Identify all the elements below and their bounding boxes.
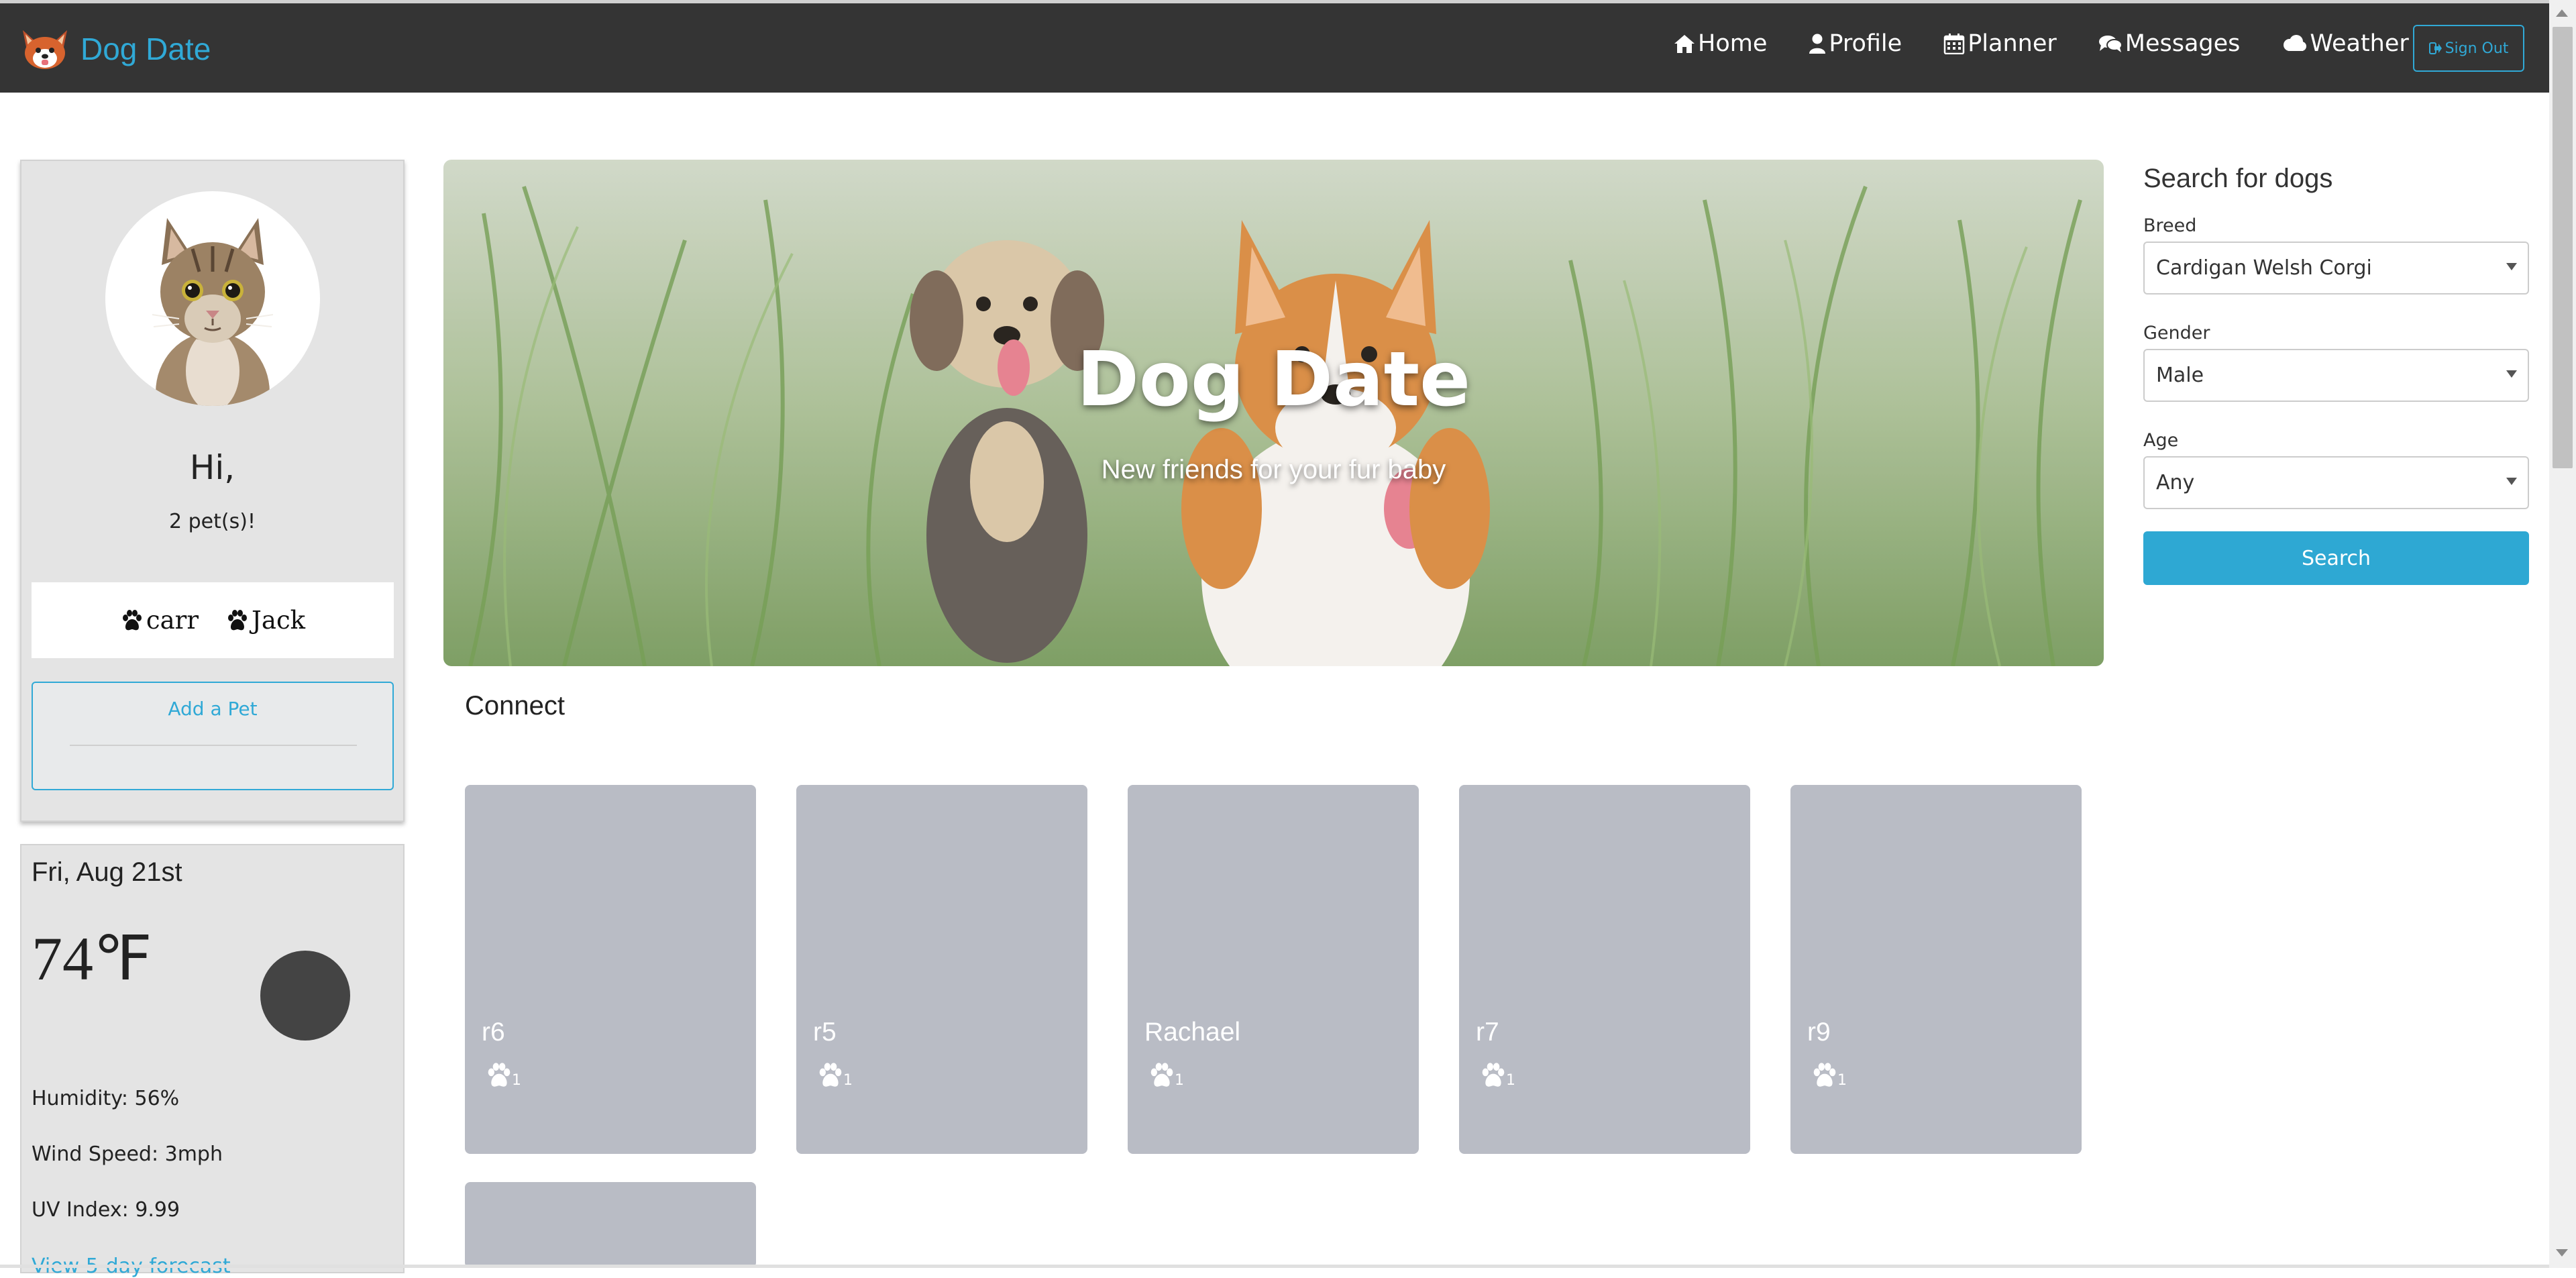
paw-icon xyxy=(122,609,142,630)
nav-profile[interactable]: Profile xyxy=(1809,30,1902,57)
weather-temperature: 74℉ xyxy=(32,924,152,993)
dropdown-arrow-icon xyxy=(2506,370,2517,378)
pet-name: carr xyxy=(146,606,199,635)
pet-item-carr[interactable]: carr xyxy=(120,606,199,635)
comments-icon xyxy=(2098,36,2123,52)
paw-icon xyxy=(1482,1063,1505,1087)
gender-select[interactable]: Male xyxy=(2143,349,2529,402)
age-select[interactable]: Any xyxy=(2143,456,2529,509)
weather-card: Fri, Aug 21st 74℉ Humidity: 56% Wind Spe… xyxy=(20,844,405,1278)
dog-card[interactable]: r7 1 xyxy=(1459,785,1750,1154)
scrollbar-thumb[interactable] xyxy=(2553,27,2573,468)
home-icon xyxy=(1674,35,1695,53)
dog-card[interactable]: r5 1 xyxy=(796,785,1087,1154)
dog-card-pets: 1 xyxy=(816,1062,853,1089)
nav-profile-label: Profile xyxy=(1829,30,1902,57)
sign-out-icon xyxy=(2428,42,2442,54)
paw-icon xyxy=(819,1063,842,1087)
dog-card-pets: 1 xyxy=(1479,1062,1515,1089)
cloud-icon xyxy=(2284,35,2307,51)
dog-card-count: 1 xyxy=(1506,1072,1515,1089)
dog-card-name: r6 xyxy=(482,1018,505,1047)
hero-banner: Dog Date New friends for your fur baby xyxy=(443,160,2104,666)
breed-label: Breed xyxy=(2143,215,2197,236)
calendar-icon xyxy=(1943,34,1965,54)
dog-card[interactable] xyxy=(465,1182,756,1268)
nav-links: Home Profile Planner Messages Weather xyxy=(1674,30,2451,57)
user-icon xyxy=(1809,34,1826,54)
window-bottom-edge xyxy=(0,1265,2549,1268)
scroll-up-arrow-icon[interactable] xyxy=(2556,9,2568,17)
search-heading: Search for dogs xyxy=(2143,164,2333,193)
paw-icon xyxy=(488,1063,511,1087)
nav-home[interactable]: Home xyxy=(1674,30,1767,57)
nav-home-label: Home xyxy=(1698,30,1768,57)
profile-card: Hi, 2 pet(s)! carr Jack Add a Pet xyxy=(20,160,405,822)
navbar: Dog Date Home Profile Planner Messages W… xyxy=(0,3,2549,93)
paw-icon xyxy=(1150,1063,1173,1087)
dog-card[interactable]: Rachael 1 xyxy=(1128,785,1419,1154)
dog-card-name: r9 xyxy=(1807,1018,1831,1047)
weather-humidity: Humidity: 56% xyxy=(32,1087,180,1110)
scroll-down-arrow-icon[interactable] xyxy=(2556,1249,2568,1257)
nav-planner-label: Planner xyxy=(1968,30,2057,57)
age-label: Age xyxy=(2143,430,2179,451)
weather-condition-icon xyxy=(260,951,350,1041)
weather-uv-index: UV Index: 9.99 xyxy=(32,1198,180,1222)
gender-selected-value: Male xyxy=(2156,364,2204,387)
pet-name: Jack xyxy=(252,606,306,635)
age-selected-value: Any xyxy=(2156,471,2195,494)
dog-card-pets: 1 xyxy=(1811,1062,1847,1089)
dog-card[interactable]: r6 1 xyxy=(465,785,756,1154)
dropdown-arrow-icon xyxy=(2506,263,2517,270)
weather-date: Fri, Aug 21st xyxy=(32,857,182,887)
pet-item-jack[interactable]: Jack xyxy=(225,606,305,635)
greeting: Hi, xyxy=(189,448,235,487)
dropdown-arrow-icon xyxy=(2506,478,2517,485)
paw-icon xyxy=(228,609,248,630)
dog-card-count: 1 xyxy=(1837,1072,1847,1089)
dog-card-count: 1 xyxy=(843,1072,853,1089)
hero-title: Dog Date xyxy=(1076,336,1471,423)
cat-avatar-image xyxy=(152,218,274,406)
connect-heading: Connect xyxy=(465,691,565,721)
dog-card-name: r5 xyxy=(813,1018,837,1047)
dog-card-name: r7 xyxy=(1476,1018,1499,1047)
brand-name: Dog Date xyxy=(80,32,211,66)
dog-card-name: Rachael xyxy=(1144,1018,1241,1047)
divider xyxy=(70,745,357,746)
paw-icon xyxy=(1813,1063,1836,1087)
dog-logo-icon xyxy=(23,30,67,69)
pet-list: carr Jack xyxy=(32,582,394,658)
sign-out-label: Sign Out xyxy=(2445,40,2509,57)
add-pet-label: Add a Pet xyxy=(168,698,258,720)
nav-messages[interactable]: Messages xyxy=(2098,30,2241,57)
nav-weather[interactable]: Weather xyxy=(2282,30,2409,57)
breed-selected-value: Cardigan Welsh Corgi xyxy=(2156,256,2372,280)
gender-label: Gender xyxy=(2143,323,2210,343)
sign-out-button[interactable]: Sign Out xyxy=(2413,25,2524,72)
nav-weather-label: Weather xyxy=(2310,30,2409,57)
hero-subtitle: New friends for your fur baby xyxy=(1101,455,1446,484)
breed-select[interactable]: Cardigan Welsh Corgi xyxy=(2143,242,2529,295)
dog-card-count: 1 xyxy=(1175,1072,1184,1089)
dog-card-pets: 1 xyxy=(485,1062,521,1089)
brand[interactable]: Dog Date xyxy=(19,28,211,70)
search-button[interactable]: Search xyxy=(2143,531,2529,585)
dog-card-pets: 1 xyxy=(1148,1062,1184,1089)
nav-messages-label: Messages xyxy=(2125,30,2241,57)
pets-count: 2 pet(s)! xyxy=(169,510,256,533)
avatar xyxy=(105,191,320,406)
add-pet-button[interactable]: Add a Pet xyxy=(32,682,394,790)
weather-wind-speed: Wind Speed: 3mph xyxy=(32,1142,223,1166)
dog-card[interactable]: r9 1 xyxy=(1790,785,2082,1154)
dog-card-count: 1 xyxy=(512,1072,521,1089)
nav-planner[interactable]: Planner xyxy=(1943,30,2057,57)
